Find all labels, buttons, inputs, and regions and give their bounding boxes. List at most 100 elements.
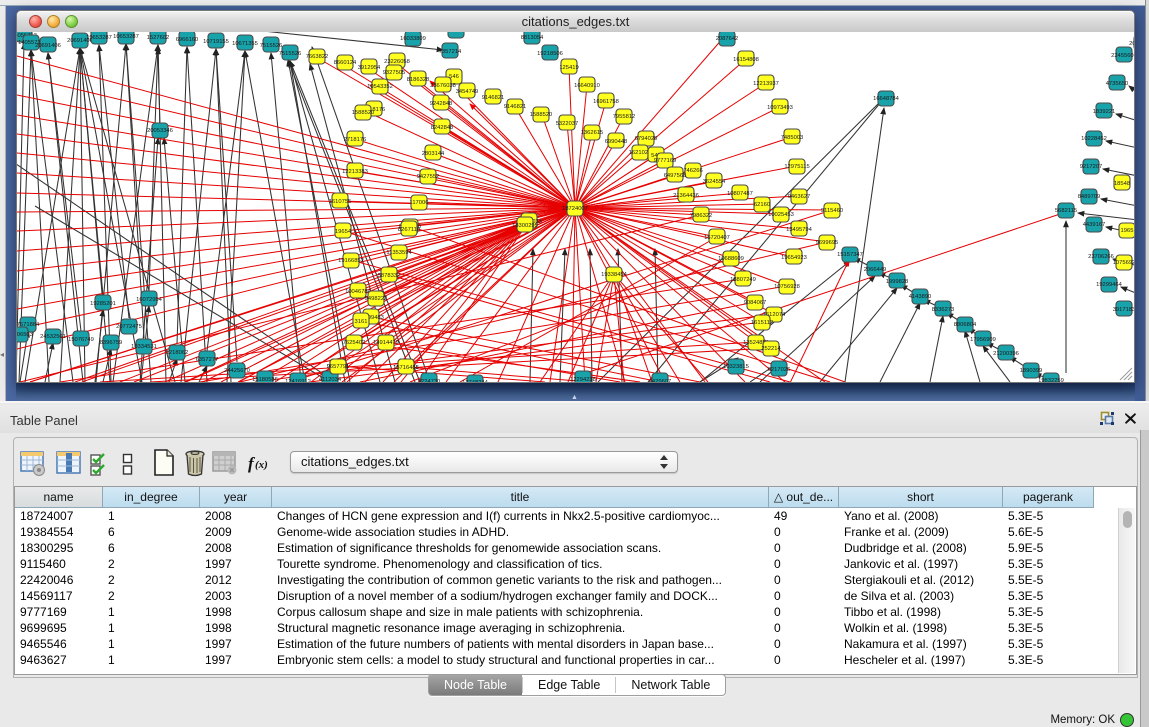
svg-text:7663822: 7663822 xyxy=(306,54,329,60)
svg-text:14914479: 14914479 xyxy=(373,340,399,346)
svg-text:6990448: 6990448 xyxy=(605,139,628,145)
svg-text:16961758: 16961758 xyxy=(593,99,619,105)
svg-text:3912954: 3912954 xyxy=(358,65,381,71)
svg-text:4429607: 4429607 xyxy=(649,379,672,382)
svg-text:4735650: 4735650 xyxy=(1106,81,1129,87)
svg-text:18807249: 18807249 xyxy=(730,277,756,283)
svg-text:19218506: 19218506 xyxy=(537,51,563,57)
svg-text:23226058: 23226058 xyxy=(384,59,410,65)
svg-text:23706266: 23706266 xyxy=(1088,254,1114,260)
svg-text:12975115: 12975115 xyxy=(784,164,809,170)
svg-text:9777169: 9777169 xyxy=(654,158,677,164)
svg-text:7515526: 7515526 xyxy=(279,51,302,57)
svg-text:10671355: 10671355 xyxy=(232,41,258,47)
svg-text:2803144: 2803144 xyxy=(422,151,445,157)
svg-text:19654923: 19654923 xyxy=(781,255,807,261)
svg-text:19299464: 19299464 xyxy=(1096,282,1123,288)
svg-text:6966160: 6966160 xyxy=(176,37,199,43)
svg-text:4439167: 4439167 xyxy=(1083,222,1106,228)
svg-text:23676038: 23676038 xyxy=(430,83,456,89)
svg-text:6357277: 6357277 xyxy=(196,357,219,363)
svg-text:19338454: 19338454 xyxy=(601,272,628,278)
svg-text:17956909: 17956909 xyxy=(970,337,996,343)
svg-text:16033809: 16033809 xyxy=(400,36,426,42)
svg-text:4143890: 4143890 xyxy=(909,294,932,300)
svg-text:6794028: 6794028 xyxy=(635,136,658,142)
svg-text:15716485: 15716485 xyxy=(393,365,419,371)
svg-text:3917183: 3917183 xyxy=(1113,307,1134,313)
svg-text:12294238: 12294238 xyxy=(570,377,596,382)
svg-text:10025453: 10025453 xyxy=(768,212,794,218)
svg-text:2066449: 2066449 xyxy=(864,267,887,273)
svg-text:21421297: 21421297 xyxy=(443,32,469,34)
svg-text:(x): (x) xyxy=(255,459,268,471)
svg-text:10688609: 10688609 xyxy=(718,256,744,262)
svg-text:8813054: 8813054 xyxy=(521,35,544,41)
svg-text:9699695: 9699695 xyxy=(816,240,839,246)
svg-text:4112034: 4112034 xyxy=(319,377,342,382)
svg-text:12213937: 12213937 xyxy=(753,81,779,87)
svg-text:10719155: 10719155 xyxy=(203,39,229,45)
svg-text:8267110: 8267110 xyxy=(398,227,420,233)
svg-text:20813640: 20813640 xyxy=(1129,41,1134,47)
svg-text:1588520: 1588520 xyxy=(530,112,553,118)
svg-text:9498222: 9498222 xyxy=(365,296,388,302)
svg-text:8806804: 8806804 xyxy=(954,322,977,328)
svg-text:9427552: 9427552 xyxy=(417,174,440,180)
svg-text:12213383: 12213383 xyxy=(342,169,368,175)
svg-text:1965: 1965 xyxy=(1121,228,1134,234)
svg-text:1218062: 1218062 xyxy=(166,350,189,356)
svg-text:8489709: 8489709 xyxy=(1078,194,1101,200)
svg-text:1610755: 1610755 xyxy=(329,199,352,205)
svg-text:15157347: 15157347 xyxy=(837,252,863,258)
svg-text:125419: 125419 xyxy=(559,65,578,71)
svg-text:16640910: 16640910 xyxy=(574,83,600,89)
svg-text:2087642: 2087642 xyxy=(716,36,739,42)
svg-text:9463627: 9463627 xyxy=(788,194,811,200)
svg-text:1527602: 1527602 xyxy=(147,35,170,41)
svg-text:5322037: 5322037 xyxy=(556,121,579,127)
svg-text:22806503: 22806503 xyxy=(17,332,33,338)
svg-text:13495794: 13495794 xyxy=(786,227,813,233)
svg-text:15076749: 15076749 xyxy=(68,337,94,343)
svg-text:21364436: 21364436 xyxy=(673,193,699,199)
svg-text:117006: 117006 xyxy=(410,200,429,206)
svg-text:1615112: 1615112 xyxy=(751,320,773,326)
svg-text:18548: 18548 xyxy=(1114,181,1130,187)
svg-text:19832259: 19832259 xyxy=(1038,378,1064,382)
svg-text:19166852: 19166852 xyxy=(338,258,364,264)
svg-text:22455603: 22455603 xyxy=(1111,53,1134,59)
svg-text:9146821: 9146821 xyxy=(504,104,527,110)
svg-text:9217207: 9217207 xyxy=(1080,164,1103,170)
svg-text:7625402: 7625402 xyxy=(343,340,366,346)
svg-text:7485003: 7485003 xyxy=(781,135,804,141)
svg-text:11353594: 11353594 xyxy=(386,250,412,256)
svg-text:7955812: 7955812 xyxy=(613,114,636,120)
svg-text:6497568: 6497568 xyxy=(664,173,687,179)
svg-text:8660124: 8660124 xyxy=(334,60,357,66)
svg-text:16648784: 16648784 xyxy=(873,96,900,102)
svg-text:2718176: 2718176 xyxy=(344,137,367,143)
svg-text:24532561: 24532561 xyxy=(40,334,66,340)
svg-text:7357214: 7357214 xyxy=(439,49,462,55)
svg-text:13748244: 13748244 xyxy=(462,380,489,382)
svg-text:10334531: 10334531 xyxy=(131,344,157,350)
svg-text:19285201: 19285201 xyxy=(90,301,116,307)
svg-text:1075692: 1075692 xyxy=(1113,260,1134,266)
svg-text:5682115: 5682115 xyxy=(1055,208,1077,214)
svg-text:9115460: 9115460 xyxy=(821,208,843,214)
svg-text:62160: 62160 xyxy=(754,202,770,208)
svg-text:9146821: 9146821 xyxy=(482,95,505,101)
svg-text:1839221: 1839221 xyxy=(1093,109,1116,115)
svg-text:10228452: 10228452 xyxy=(1081,136,1107,142)
svg-text:252214: 252214 xyxy=(761,346,781,352)
svg-text:3161: 3161 xyxy=(355,319,368,325)
svg-text:1362615: 1362615 xyxy=(581,130,604,136)
svg-text:18300295: 18300295 xyxy=(512,223,538,229)
svg-text:20772475: 20772475 xyxy=(116,324,142,330)
svg-text:10973493: 10973493 xyxy=(767,105,793,111)
svg-text:19654: 19654 xyxy=(335,229,352,235)
svg-text:7986322: 7986322 xyxy=(690,213,713,219)
svg-text:12416912: 12416912 xyxy=(285,379,311,382)
svg-text:1890399: 1890399 xyxy=(1020,368,1043,374)
